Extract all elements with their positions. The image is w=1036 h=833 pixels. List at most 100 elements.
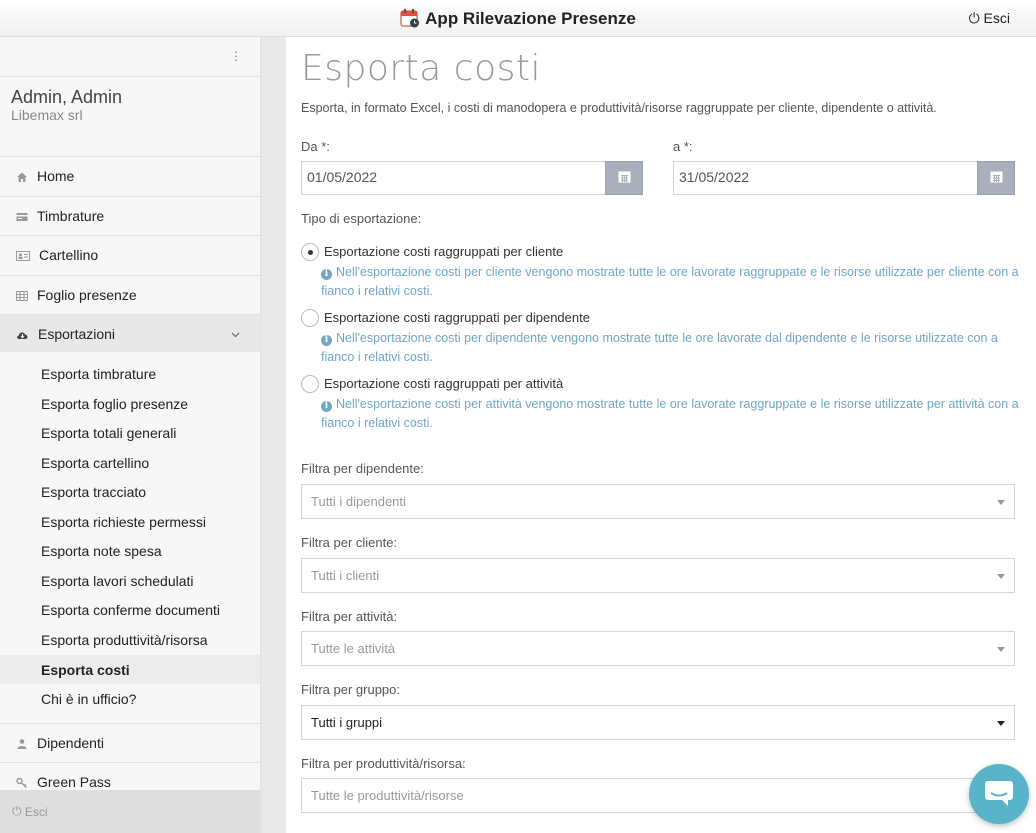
sidebar-subitem-esporta-tracciato[interactable]: Esporta tracciato [0,477,260,506]
select-value: Tutte le attività [311,641,396,656]
sidebar-subitem-esporta-cartellino[interactable]: Esporta cartellino [0,448,260,477]
sidebar-subitem-label: Esporta produttività/risorsa [41,631,208,648]
sidebar-item-dipendenti[interactable]: Dipendenti [0,723,260,762]
sidebar-item-esportazioni[interactable]: Esportazioni [0,314,260,352]
to-date-label: a *: [673,139,693,154]
radio-attivita[interactable] [301,375,319,393]
sidebar-subitem-esporta-lavori-schedulati[interactable]: Esporta lavori schedulati [0,566,260,595]
export-type-label: Tipo di esportazione: [301,211,422,226]
caret-down-icon [997,721,1005,726]
user-icon [16,737,28,749]
card-icon [16,210,28,222]
filter-cliente-label: Filtra per cliente: [301,535,398,550]
sidebar-item-label: Timbrature [37,208,105,224]
sidebar-subitem-esporta-produttivita-risorsa[interactable]: Esporta produttività/risorsa [0,625,260,654]
sidebar-subitem-label: Esporta cartellino [41,454,150,471]
id-card-icon [16,249,30,261]
main-content: Esporta costi Esporta, in formato Excel,… [286,37,1036,833]
page-title: Esporta costi [301,48,541,89]
sidebar-subitem-label: Esporta richieste permessi [41,513,206,530]
user-company: Libemax srl [11,107,83,123]
user-info: Admin, Admin Libemax srl [11,87,122,123]
sidebar-subitem-label: Esporta totali generali [41,424,177,441]
calendar-icon [618,170,631,186]
sidebar-item-cartellino[interactable]: Cartellino [0,235,260,274]
sidebar-subitem-esporta-totali-generali[interactable]: Esporta totali generali [0,418,260,447]
info-text-cliente: i Nell'esportazione costi per cliente ven… [321,263,1021,301]
sidebar-item-label: Esportazioni [38,325,116,342]
sidebar-menu-toggle[interactable]: ⋮ [0,37,260,77]
power-icon: ⏻ [12,804,22,818]
sidebar-subitem-esporta-foglio-presenze[interactable]: Esporta foglio presenze [0,389,260,418]
sidebar-item-label: Green Pass [37,774,111,790]
sidebar-item-timbrature[interactable]: Timbrature [0,196,260,235]
radio-label-attivita[interactable]: Esportazione costi raggruppati per attiv… [324,376,563,391]
page-description: Esporta, in formato Excel, i costi di ma… [301,101,937,115]
sidebar: ⋮ Admin, Admin Libemax srl Home Timbratu… [0,37,261,833]
sidebar-logout-button[interactable]: ⏻ Esci [0,790,260,833]
info-text-dipendente: i Nell'esportazione costi per dipendente … [321,329,1021,367]
power-icon: ⏻ [968,10,980,26]
sidebar-subitem-label: Esporta tracciato [41,483,147,500]
chat-button[interactable] [969,764,1029,824]
sidebar-subitem-label: Esporta timbrature [41,365,157,382]
top-bar: App Rilevazione Presenze ⏻ Esci [0,0,1036,37]
from-date-label: Da *: [301,139,330,154]
radio-label-dipendente[interactable]: Esportazione costi raggruppati per dipen… [324,310,590,325]
cloud-download-icon [16,328,29,340]
filter-attivita-label: Filtra per attività: [301,609,398,624]
info-icon: i [321,401,332,412]
radio-cliente[interactable] [301,243,319,261]
filter-gruppo-label: Filtra per gruppo: [301,682,400,697]
sidebar-item-label: Foglio presenze [37,287,137,303]
sidebar-subitem-label: Esporta conferme documenti [41,601,220,618]
filter-attivita-select[interactable]: Tutte le attività [301,631,1015,666]
home-icon [16,170,28,182]
logout-button[interactable]: ⏻ Esci [969,10,1010,27]
sidebar-subitem-chi-e-in-ufficio[interactable]: Chi è in ufficio? [0,684,260,713]
filter-dipendente-select[interactable]: Tutti i dipendenti [301,484,1015,519]
sidebar-item-label: Home [37,168,75,184]
to-date-picker-button[interactable] [977,161,1015,195]
app-title-text: App Rilevazione Presenze [425,9,636,28]
key-icon [16,776,28,789]
radio-label-cliente[interactable]: Esportazione costi raggruppati per clien… [324,244,563,259]
filter-gruppo-select[interactable]: Tutti i gruppi [301,705,1015,740]
chat-bubble-icon [983,778,1015,811]
sidebar-item-foglio-presenze[interactable]: Foglio presenze [0,275,260,314]
info-text: Nell'esportazione costi per attività ven… [321,397,1019,430]
info-icon: i [321,335,332,346]
sidebar-subitem-esporta-costi[interactable]: Esporta costi [0,655,260,684]
sidebar-subitem-esporta-conferme-documenti[interactable]: Esporta conferme documenti [0,595,260,624]
sidebar-item-home[interactable]: Home [0,156,260,195]
sidebar-item-label: Dipendenti [37,735,104,751]
more-vertical-icon: ⋮ [230,49,242,63]
user-name: Admin, Admin [11,87,123,107]
filter-dipendente-label: Filtra per dipendente: [301,461,424,476]
select-value: Tutti i clienti [311,568,380,583]
select-value: Tutti i dipendenti [311,494,406,509]
logout-label: Esci [983,10,1010,26]
table-icon [16,289,28,301]
sidebar-subitem-esporta-timbrature[interactable]: Esporta timbrature [0,359,260,388]
sidebar-subitem-label: Chi è in ufficio? [41,690,137,707]
to-date-input[interactable]: 31/05/2022 [673,161,978,195]
from-date-input[interactable]: 01/05/2022 [301,161,606,195]
sidebar-subitem-label: Esporta note spesa [41,542,162,559]
select-value: Tutti i gruppi [311,715,383,730]
sidebar-item-label: Cartellino [39,247,99,263]
sidebar-subitem-label: Esporta costi [41,661,130,678]
chevron-down-icon [231,327,240,341]
radio-dipendente[interactable] [301,309,319,327]
filter-produttivita-label: Filtra per produttività/risorsa: [301,756,466,771]
filter-cliente-select[interactable]: Tutti i clienti [301,558,1015,593]
calendar-icon [990,170,1003,186]
info-icon: i [321,269,332,280]
calendar-clock-icon [400,8,420,28]
sidebar-subitem-esporta-richieste-permessi[interactable]: Esporta richieste permessi [0,507,260,536]
sidebar-subitem-esporta-note-spesa[interactable]: Esporta note spesa [0,536,260,565]
sidebar-logout-label: Esci [24,804,48,819]
filter-produttivita-select[interactable]: Tutte le produttività/risorse [301,778,1015,813]
from-date-picker-button[interactable] [605,161,643,195]
sidebar-subitem-label: Esporta lavori schedulati [41,572,194,589]
